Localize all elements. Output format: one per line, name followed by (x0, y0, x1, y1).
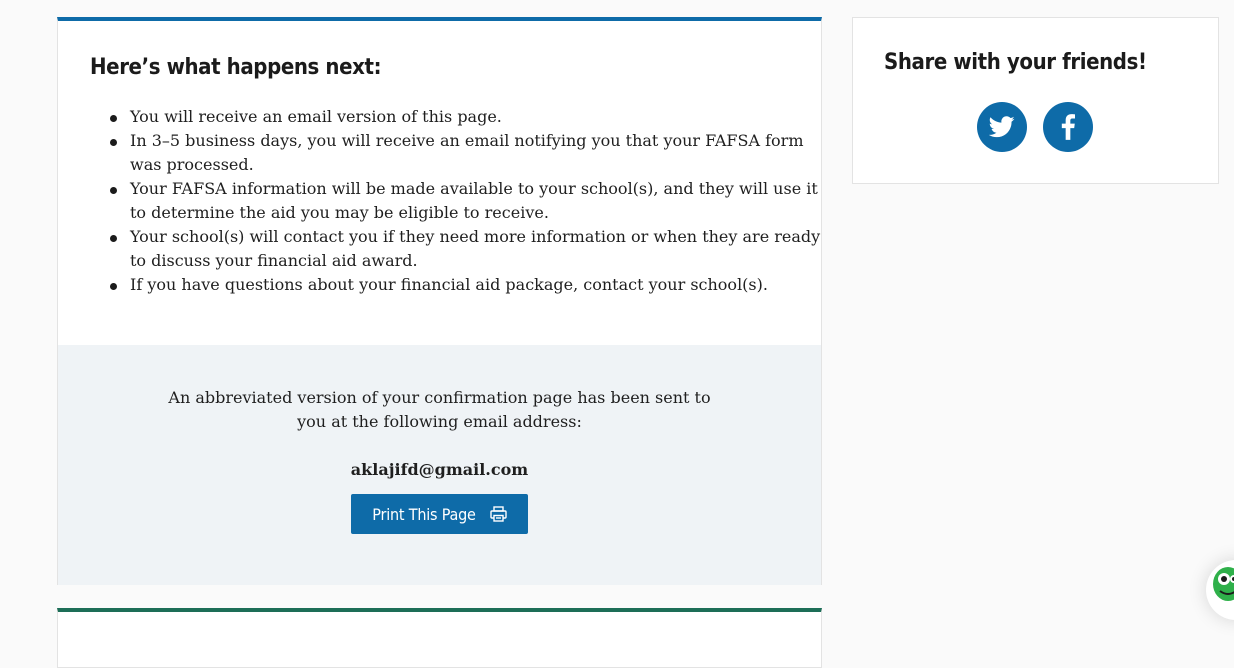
facebook-icon (1061, 114, 1075, 140)
chat-widget-button[interactable] (1206, 560, 1234, 620)
list-item: Your FAFSA information will be made avai… (110, 177, 830, 225)
print-page-button[interactable]: Print This Page (351, 494, 528, 534)
twitter-icon (989, 116, 1015, 138)
facebook-share-button[interactable] (1043, 102, 1093, 152)
print-button-label: Print This Page (372, 504, 476, 524)
list-item: Your school(s) will contact you if they … (110, 225, 830, 273)
secondary-card (57, 608, 822, 668)
twitter-share-button[interactable] (977, 102, 1027, 152)
share-heading: Share with your friends! (884, 50, 1147, 75)
email-note: An abbreviated version of your confirmat… (168, 388, 711, 431)
list-item: In 3–5 business days, you will receive a… (110, 129, 830, 177)
chat-bot-icon (1213, 567, 1234, 601)
list-item: If you have questions about your financi… (110, 273, 830, 297)
email-address: aklajifd@gmail.com (350, 460, 529, 479)
share-icons (977, 102, 1093, 152)
printer-icon (490, 506, 507, 522)
list-item: You will receive an email version of thi… (110, 105, 830, 129)
next-steps-heading: Here’s what happens next: (90, 55, 382, 80)
share-card: Share with your friends! (852, 17, 1219, 184)
next-steps-list: You will receive an email version of thi… (90, 105, 830, 297)
email-confirmation-panel: An abbreviated version of your confirmat… (58, 345, 821, 585)
next-steps-card: Here’s what happens next: You will recei… (57, 17, 822, 585)
